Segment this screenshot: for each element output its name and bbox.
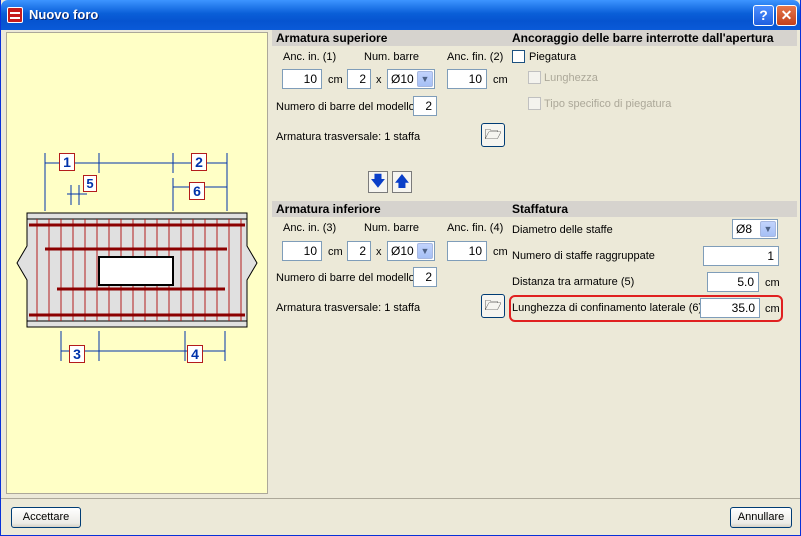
inf-num-barre-label: Num. barre: [364, 222, 420, 234]
lunghezza-checkbox[interactable]: [528, 71, 541, 84]
sup-diameter-value: Ø10: [391, 72, 414, 86]
ancoraggio-header: Ancoraggio delle barre interrotte dall'a…: [508, 30, 797, 46]
opening: [98, 256, 174, 286]
sup-anc-in-unit: cm: [328, 74, 343, 86]
diametro-select[interactable]: Ø8 ▼: [732, 219, 778, 239]
inf-times-sign: x: [376, 246, 382, 258]
dim-label-5: 5: [83, 175, 97, 192]
arrow-up-icon: 🡅: [394, 173, 410, 190]
anc-fin-label: Anc. fin. (2): [447, 51, 504, 63]
sup-times-sign: x: [376, 74, 382, 86]
dialog-window: Nuovo foro ? ✕ 1 2 5 6 3 4 Armatura supe…: [0, 0, 801, 536]
chevron-down-icon[interactable]: ▼: [417, 243, 433, 259]
dim-label-4: 4: [187, 345, 203, 363]
arrow-down-icon: 🡇: [370, 173, 386, 190]
move-up-button[interactable]: 🡅: [392, 171, 412, 193]
move-down-button[interactable]: 🡇: [368, 171, 388, 193]
distanza-input[interactable]: 5.0: [707, 272, 759, 292]
diagram-panel: 1 2 5 6 3 4: [6, 32, 268, 494]
help-button[interactable]: ?: [753, 5, 774, 26]
app-icon: [7, 7, 23, 23]
inf-trasversale-label: Armatura trasversale: 1 staffa: [276, 302, 421, 314]
raggruppate-input[interactable]: 1: [703, 246, 779, 266]
inf-diameter-value: Ø10: [391, 244, 414, 258]
dim-label-1: 1: [59, 153, 75, 171]
inf-anc-fin-input[interactable]: 10: [447, 241, 487, 261]
sup-anc-fin-unit: cm: [493, 74, 508, 86]
chevron-down-icon[interactable]: ▼: [417, 71, 433, 87]
beam-diagram: [16, 153, 258, 361]
armatura-superiore-header: Armatura superiore: [272, 30, 508, 46]
window-title: Nuovo foro: [29, 7, 99, 22]
title-bar[interactable]: Nuovo foro ? ✕: [1, 0, 800, 30]
raggruppate-label: Numero di staffe raggruppate: [512, 250, 655, 262]
chevron-down-icon[interactable]: ▼: [760, 221, 776, 237]
inf-num-barre-input[interactable]: 2: [347, 241, 371, 261]
piegatura-checkbox[interactable]: [512, 50, 525, 63]
lunghezza-label: Lunghezza: [544, 72, 598, 84]
dim-label-6: 6: [189, 182, 205, 200]
close-icon: ✕: [780, 7, 793, 23]
sup-edit-button[interactable]: 🗁: [481, 123, 505, 147]
button-bar: Accettare Annullare: [1, 498, 800, 535]
diametro-value: Ø8: [736, 222, 753, 236]
tipo-label: Tipo specifico di piegatura: [544, 98, 672, 110]
inf-num-modello-input[interactable]: 2: [413, 267, 437, 287]
confinamento-highlight: [509, 295, 783, 322]
inf-anc-fin-label: Anc. fin. (4): [447, 222, 504, 234]
inf-anc-in-input[interactable]: 10: [282, 241, 322, 261]
folder-edit-icon: 🗁: [484, 126, 502, 142]
sup-trasversale-label: Armatura trasversale: 1 staffa: [276, 131, 421, 143]
anc-in-label: Anc. in. (1): [283, 51, 337, 63]
sup-diameter-select[interactable]: Ø10 ▼: [387, 69, 435, 89]
inf-edit-button[interactable]: 🗁: [481, 294, 505, 318]
accept-button[interactable]: Accettare: [11, 507, 81, 528]
dim-label-2: 2: [191, 153, 207, 171]
inf-anc-in-unit: cm: [328, 246, 343, 258]
folder-edit-icon: 🗁: [484, 297, 502, 313]
close-button[interactable]: ✕: [776, 5, 797, 26]
cancel-button[interactable]: Annullare: [730, 507, 792, 528]
question-icon: ?: [759, 7, 768, 23]
distanza-unit: cm: [765, 277, 780, 289]
piegatura-label: Piegatura: [529, 51, 577, 63]
num-barre-label: Num. barre: [364, 51, 420, 63]
sup-num-modello-label: Numero di barre del modello: [276, 101, 415, 113]
sup-anc-in-input[interactable]: 10: [282, 69, 322, 89]
distanza-label: Distanza tra armature (5): [512, 276, 635, 288]
tipo-checkbox[interactable]: [528, 97, 541, 110]
inf-anc-fin-unit: cm: [493, 246, 508, 258]
inf-diameter-select[interactable]: Ø10 ▼: [387, 241, 435, 261]
diametro-label: Diametro delle staffe: [512, 224, 613, 236]
sup-anc-fin-input[interactable]: 10: [447, 69, 487, 89]
sup-num-barre-input[interactable]: 2: [347, 69, 371, 89]
staffatura-header: Staffatura: [508, 201, 797, 217]
inf-num-modello-label: Numero di barre del modello: [276, 272, 415, 284]
sup-num-modello-input[interactable]: 2: [413, 96, 437, 116]
inf-anc-in-label: Anc. in. (3): [283, 222, 337, 234]
armatura-inferiore-header: Armatura inferiore: [272, 201, 508, 217]
dim-label-3: 3: [69, 345, 85, 363]
